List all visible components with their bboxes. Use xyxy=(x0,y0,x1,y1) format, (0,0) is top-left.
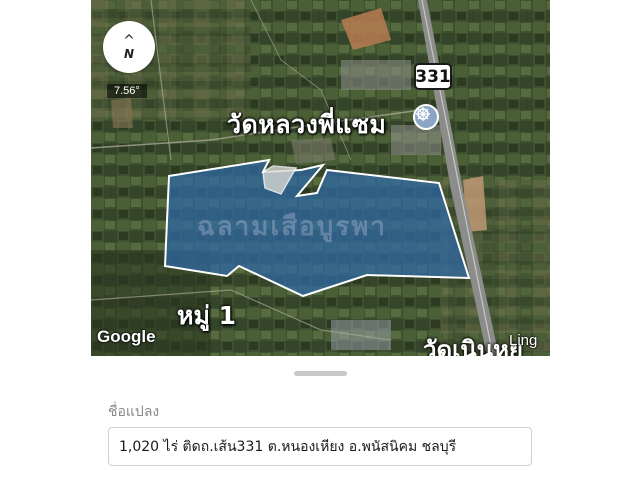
place-label-ling: Ling xyxy=(509,332,538,349)
google-logo: Google xyxy=(97,327,156,346)
compass-button[interactable]: ^ N xyxy=(103,21,155,73)
satellite-map[interactable]: ^ N 7.56° 331 วัดหลวงพี่แซม ฉลามเสือบูรพ… xyxy=(91,0,550,356)
plot-name-input[interactable] xyxy=(108,427,532,466)
north-arrow-icon: ^ xyxy=(123,32,135,49)
satellite-imagery xyxy=(91,0,550,356)
bearing-readout: 7.56° xyxy=(107,84,147,98)
village-label: หมู่ 1 xyxy=(177,301,237,330)
place-label-cutoff: วัดเนินหย xyxy=(423,336,523,356)
road-number-shield: 331 xyxy=(414,63,452,90)
plot-watermark: ฉลามเสือบูรพา xyxy=(197,212,387,242)
north-letter: N xyxy=(123,46,135,61)
temple-poi-label[interactable]: วัดหลวงพี่แซม xyxy=(227,105,386,145)
plot-name-label: ชื่อแปลง xyxy=(108,404,160,420)
temple-wheel-icon[interactable] xyxy=(413,104,439,130)
bottom-sheet-drag-handle[interactable] xyxy=(294,371,347,376)
dharma-wheel-icon xyxy=(416,107,430,121)
